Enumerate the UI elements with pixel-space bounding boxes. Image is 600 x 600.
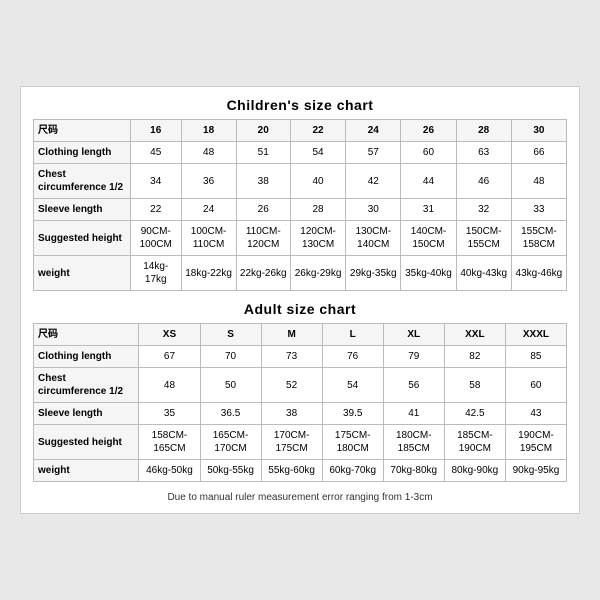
children-tbody: Clothing length4548515457606366Chest cir… bbox=[34, 142, 567, 291]
table-row: weight14kg-17kg18kg-22kg22kg-26kg26kg-29… bbox=[34, 256, 567, 291]
table-row: Sleeve length2224262830313233 bbox=[34, 199, 567, 221]
table-row: Chest circumference 1/248505254565860 bbox=[34, 368, 567, 403]
table-row: Suggested height90CM-100CM100CM-110CM110… bbox=[34, 221, 567, 256]
table-row: Suggested height158CM-165CM165CM-170CM17… bbox=[34, 425, 567, 460]
adult-chart-title: Adult size chart bbox=[33, 301, 567, 317]
table-row: Clothing length4548515457606366 bbox=[34, 142, 567, 164]
table-row: Clothing length67707376798285 bbox=[34, 346, 567, 368]
table-row: weight46kg-50kg50kg-55kg55kg-60kg60kg-70… bbox=[34, 460, 567, 482]
children-header-row: 尺码1618202224262830 bbox=[34, 120, 567, 142]
adult-table: 尺码XSSMLXLXXLXXXL Clothing length67707376… bbox=[33, 323, 567, 482]
adult-header-row: 尺码XSSMLXLXXLXXXL bbox=[34, 324, 567, 346]
adult-tbody: Clothing length67707376798285Chest circu… bbox=[34, 346, 567, 482]
children-chart-title: Children's size chart bbox=[33, 97, 567, 113]
size-chart-container: Children's size chart 尺码1618202224262830… bbox=[20, 86, 580, 514]
footer-note: Due to manual ruler measurement error ra… bbox=[33, 492, 567, 503]
children-table: 尺码1618202224262830 Clothing length454851… bbox=[33, 119, 567, 291]
table-row: Chest circumference 1/23436384042444648 bbox=[34, 164, 567, 199]
children-section: Children's size chart 尺码1618202224262830… bbox=[33, 97, 567, 291]
adult-section: Adult size chart 尺码XSSMLXLXXLXXXL Clothi… bbox=[33, 301, 567, 482]
table-row: Sleeve length3536.53839.54142.543 bbox=[34, 403, 567, 425]
